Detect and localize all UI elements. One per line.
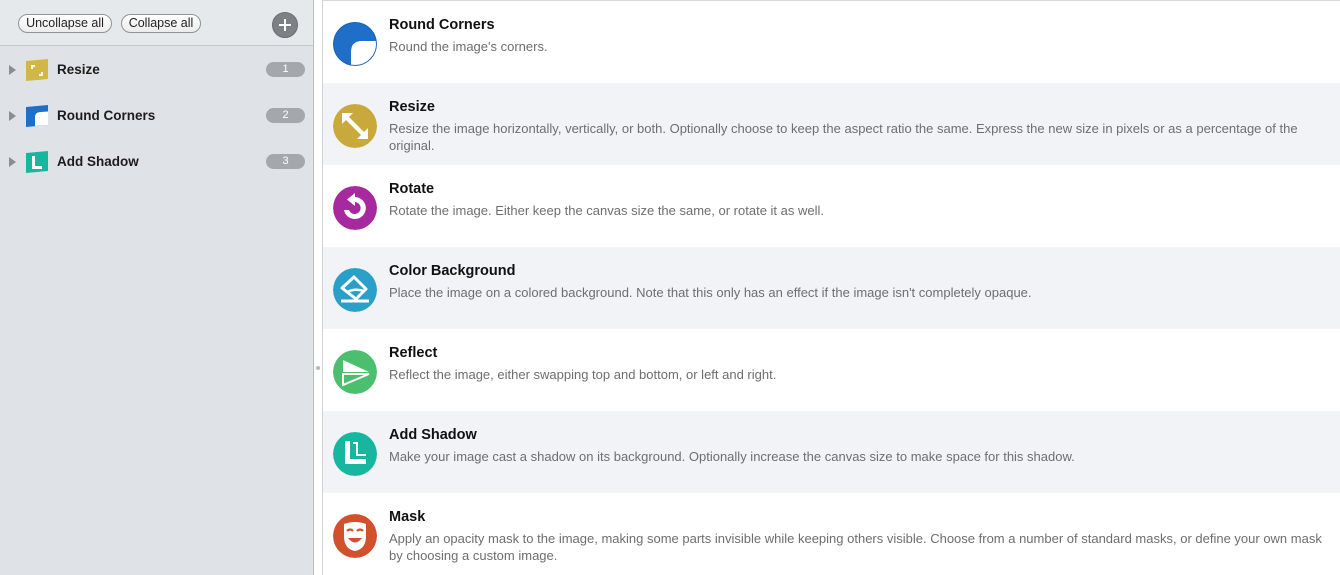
action-item-add-shadow[interactable]: Add Shadow Make your image cast a shadow… [323,411,1340,493]
round-corners-icon [333,22,377,66]
resize-icon [333,104,377,148]
sidebar-item-label: Round Corners [57,108,156,123]
rotate-icon [333,186,377,230]
action-item-rotate[interactable]: Rotate Rotate the image. Either keep the… [323,165,1340,247]
sidebar-toolbar: Uncollapse all Collapse all [0,0,313,46]
disclosure-triangle-icon[interactable] [9,157,16,167]
action-item-round-corners[interactable]: Round Corners Round the image's corners. [323,1,1340,83]
action-title: Round Corners [389,17,495,33]
round-corners-icon [26,105,48,127]
action-description: Apply an opacity mask to the image, maki… [389,531,1322,563]
sidebar-item-resize[interactable]: Resize 1 [0,55,313,85]
uncollapse-all-button[interactable]: Uncollapse all [18,14,112,33]
resize-icon [26,59,48,81]
action-description: Place the image on a colored background.… [389,285,1032,300]
count-badge: 2 [266,108,305,123]
plus-icon[interactable] [272,12,298,38]
action-title: Add Shadow [389,427,477,443]
collapse-all-button[interactable]: Collapse all [121,14,201,33]
app-window: Uncollapse all Collapse all Resize 1 Rou… [0,0,1340,575]
sidebar-item-round-corners[interactable]: Round Corners 2 [0,101,313,131]
sidebar-item-label: Resize [57,62,100,77]
action-description: Resize the image horizontally, verticall… [389,121,1298,153]
action-title: Color Background [389,263,516,279]
splitter-handle[interactable] [316,366,320,370]
action-title: Rotate [389,181,435,197]
action-description: Rotate the image. Either keep the canvas… [389,203,824,218]
reflect-icon [333,350,377,394]
action-item-resize[interactable]: Resize Resize the image horizontally, ve… [323,83,1340,165]
action-description: Round the image's corners. [389,39,548,54]
action-item-mask[interactable]: Mask Apply an opacity mask to the image,… [323,493,1340,575]
add-shadow-icon [333,432,377,476]
action-description: Reflect the image, either swapping top a… [389,367,777,382]
count-badge: 1 [266,62,305,77]
action-item-color-background[interactable]: Color Background Place the image on a co… [323,247,1340,329]
action-description: Make your image cast a shadow on its bac… [389,449,1075,464]
paint-bucket-icon [333,268,377,312]
disclosure-triangle-icon[interactable] [9,111,16,121]
mask-icon [333,514,377,558]
action-title: Resize [389,99,435,115]
action-library-list: Round Corners Round the image's corners.… [322,0,1340,575]
action-item-reflect[interactable]: Reflect Reflect the image, either swappi… [323,329,1340,411]
sidebar-item-add-shadow[interactable]: Add Shadow 3 [0,147,313,177]
workflow-sidebar: Uncollapse all Collapse all Resize 1 Rou… [0,0,314,575]
disclosure-triangle-icon[interactable] [9,65,16,75]
action-title: Mask [389,509,426,525]
action-title: Reflect [389,345,438,361]
count-badge: 3 [266,154,305,169]
add-shadow-icon [26,151,48,173]
sidebar-item-label: Add Shadow [57,154,139,169]
